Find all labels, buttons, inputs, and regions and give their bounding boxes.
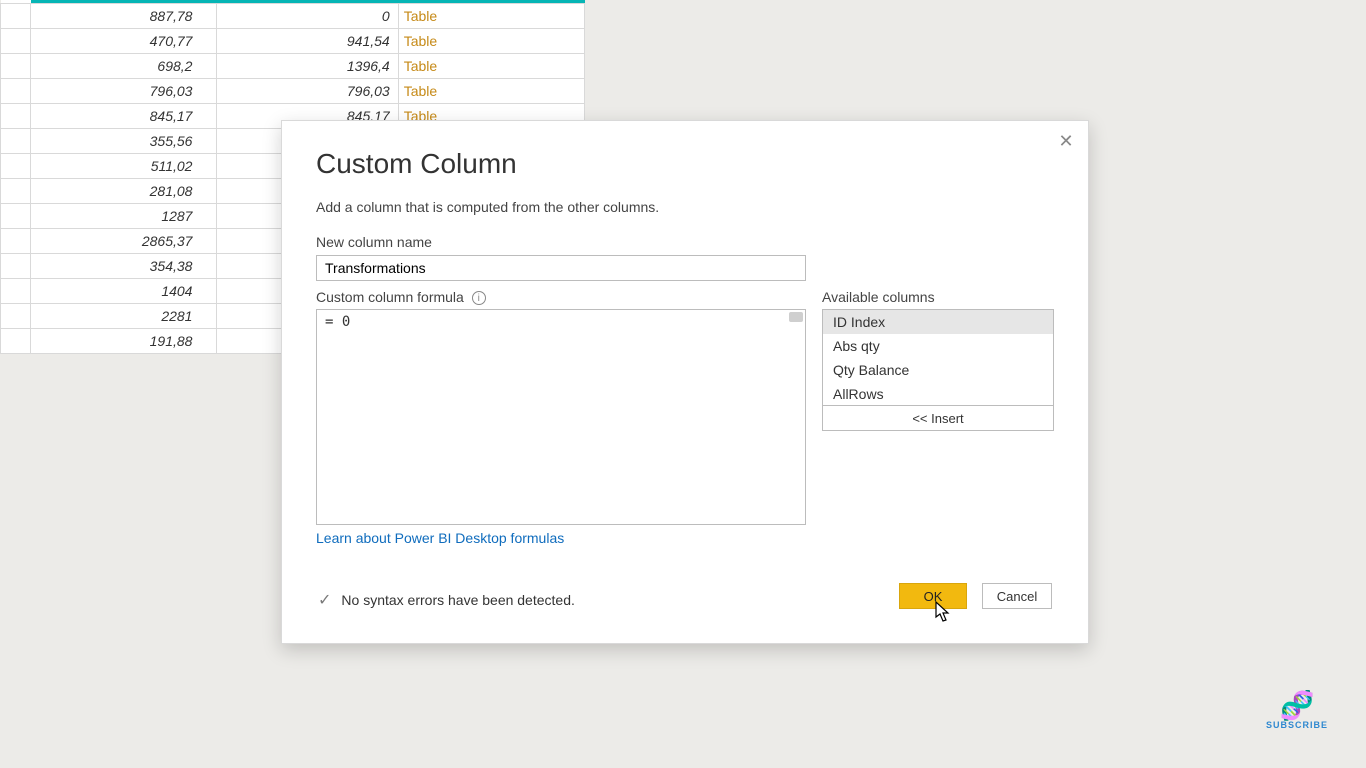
cell-value: 845,17 <box>31 103 217 128</box>
row-gutter <box>1 128 31 153</box>
row-gutter <box>1 53 31 78</box>
cell-value: 470,77 <box>31 28 217 53</box>
available-column-item[interactable]: Abs qty <box>823 334 1053 358</box>
row-gutter <box>1 228 31 253</box>
info-icon[interactable]: i <box>472 291 486 305</box>
row-gutter <box>1 328 31 353</box>
cell-table-link[interactable]: Table <box>398 3 584 28</box>
subscribe-badge[interactable]: 🧬 SUBSCRIBE <box>1266 692 1328 730</box>
cell-value: 2865,37 <box>31 228 217 253</box>
syntax-status-text: No syntax errors have been detected. <box>341 592 574 608</box>
table-row[interactable]: 796,03796,03Table <box>1 78 585 103</box>
ok-button[interactable]: OK <box>899 583 967 609</box>
row-gutter <box>1 278 31 303</box>
subscribe-label: SUBSCRIBE <box>1266 720 1328 730</box>
cell-value: 796,03 <box>217 78 398 103</box>
cell-value: 191,88 <box>31 328 217 353</box>
syntax-status: ✓ No syntax errors have been detected. <box>318 590 575 610</box>
cell-value: 511,02 <box>31 153 217 178</box>
close-icon: ✕ <box>1058 131 1073 151</box>
available-column-item[interactable]: AllRows <box>823 382 1053 406</box>
cell-value: 0 <box>217 3 398 28</box>
close-button[interactable]: ✕ <box>1056 131 1076 151</box>
check-icon: ✓ <box>318 590 331 610</box>
dna-icon: 🧬 <box>1266 692 1328 720</box>
formula-label: Custom column formula i <box>316 289 486 305</box>
available-columns-list: ID IndexAbs qtyQty BalanceAllRows <box>822 309 1054 407</box>
cell-value: 354,38 <box>31 253 217 278</box>
row-gutter <box>1 28 31 53</box>
row-gutter <box>1 303 31 328</box>
cell-value: 941,54 <box>217 28 398 53</box>
row-gutter <box>1 3 31 28</box>
dialog-title: Custom Column <box>316 148 517 180</box>
available-columns-label: Available columns <box>822 289 935 305</box>
cell-value: 2281 <box>31 303 217 328</box>
scrollbar-thumb[interactable] <box>789 312 803 322</box>
cell-value: 698,2 <box>31 53 217 78</box>
custom-column-dialog: ✕ Custom Column Add a column that is com… <box>281 120 1089 644</box>
formula-label-text: Custom column formula <box>316 289 464 305</box>
table-row[interactable]: 887,780Table <box>1 3 585 28</box>
cell-value: 281,08 <box>31 178 217 203</box>
dialog-subtitle: Add a column that is computed from the o… <box>316 199 659 215</box>
row-gutter <box>1 253 31 278</box>
formula-text: = 0 <box>325 314 350 330</box>
cell-table-link[interactable]: Table <box>398 78 584 103</box>
table-row[interactable]: 470,77941,54Table <box>1 28 585 53</box>
cell-value: 1396,4 <box>217 53 398 78</box>
formula-editor[interactable]: = 0 <box>316 309 806 525</box>
cell-value: 355,56 <box>31 128 217 153</box>
new-column-name-label: New column name <box>316 234 432 250</box>
cell-value: 796,03 <box>31 78 217 103</box>
insert-button[interactable]: << Insert <box>822 405 1054 431</box>
row-gutter <box>1 153 31 178</box>
cell-table-link[interactable]: Table <box>398 53 584 78</box>
available-column-item[interactable]: ID Index <box>823 310 1053 334</box>
cell-value: 1404 <box>31 278 217 303</box>
cell-table-link[interactable]: Table <box>398 28 584 53</box>
learn-formulas-link[interactable]: Learn about Power BI Desktop formulas <box>316 530 564 546</box>
cell-value: 887,78 <box>31 3 217 28</box>
row-gutter <box>1 78 31 103</box>
table-row[interactable]: 698,21396,4Table <box>1 53 585 78</box>
row-gutter <box>1 203 31 228</box>
row-gutter <box>1 178 31 203</box>
available-column-item[interactable]: Qty Balance <box>823 358 1053 382</box>
new-column-name-input[interactable] <box>316 255 806 281</box>
cell-value: 1287 <box>31 203 217 228</box>
row-gutter <box>1 103 31 128</box>
cancel-button[interactable]: Cancel <box>982 583 1052 609</box>
